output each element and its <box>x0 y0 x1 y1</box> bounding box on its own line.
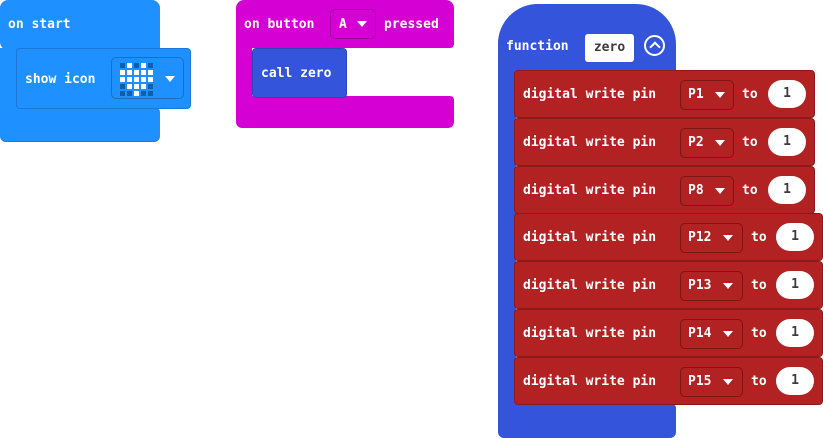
led-cell <box>127 84 132 89</box>
led-cell <box>120 70 125 75</box>
led-cell <box>134 63 139 68</box>
show-icon-block[interactable]: show icon <box>16 48 191 109</box>
led-cell <box>127 70 132 75</box>
digital-write-label: digital write pin <box>523 230 657 245</box>
pressed-label: pressed <box>384 17 439 32</box>
function-block-bottom[interactable] <box>498 404 676 438</box>
led-cell <box>148 63 153 68</box>
led-cell <box>141 70 146 75</box>
chevron-down-icon <box>723 283 733 289</box>
collapse-params-button[interactable] <box>644 35 665 56</box>
led-cell <box>127 77 132 82</box>
to-label: to <box>742 87 758 102</box>
pin-select-dropdown[interactable]: P13 <box>680 271 743 301</box>
led-cell <box>148 77 153 82</box>
button-select-dropdown[interactable]: A <box>330 9 376 39</box>
led-cell <box>120 77 125 82</box>
chevron-down-icon <box>715 92 725 98</box>
value-input[interactable]: 1 <box>776 319 814 347</box>
to-label: to <box>751 326 767 341</box>
led-cell <box>120 63 125 68</box>
chevron-down-icon <box>165 76 175 82</box>
to-label: to <box>742 183 758 198</box>
led-cell <box>141 63 146 68</box>
chevron-down-icon <box>715 188 725 194</box>
function-name-field[interactable]: zero <box>585 34 634 62</box>
to-label: to <box>751 278 767 293</box>
digital-write-pin-block[interactable]: digital write pin P13 to 1 <box>514 261 823 309</box>
pin-select-dropdown[interactable]: P1 <box>680 80 734 110</box>
pin-value: P15 <box>688 374 712 389</box>
led-cell <box>134 70 139 75</box>
chevron-down-icon <box>715 140 725 146</box>
digital-write-pin-block[interactable]: digital write pin P2 to 1 <box>514 118 815 166</box>
on-button-block-bottom[interactable] <box>236 96 454 128</box>
digital-write-label: digital write pin <box>523 135 657 150</box>
pin-value: P8 <box>688 183 704 198</box>
on-button-block-arm[interactable] <box>236 46 252 100</box>
on-button-label: on button <box>244 17 315 32</box>
led-cell <box>120 91 125 96</box>
digital-write-pin-block[interactable]: digital write pin P12 to 1 <box>514 213 823 261</box>
to-label: to <box>742 135 758 150</box>
pin-value: P14 <box>688 326 712 341</box>
led-cell <box>141 84 146 89</box>
digital-write-label: digital write pin <box>523 326 657 341</box>
led-cell <box>127 91 132 96</box>
pin-value: P2 <box>688 135 704 150</box>
led-cell <box>134 91 139 96</box>
call-zero-label: call zero <box>261 66 332 81</box>
pin-select-dropdown[interactable]: P8 <box>680 176 734 206</box>
digital-write-pin-block[interactable]: digital write pin P14 to 1 <box>514 309 823 357</box>
value-input[interactable]: 1 <box>776 367 814 395</box>
to-label: to <box>751 230 767 245</box>
led-cell <box>127 63 132 68</box>
function-block[interactable]: function zero <box>498 4 676 74</box>
on-button-pressed-block[interactable]: on button A pressed <box>236 0 454 48</box>
led-cell <box>134 84 139 89</box>
led-cell <box>148 84 153 89</box>
value-input[interactable]: 1 <box>768 128 806 156</box>
digital-write-label: digital write pin <box>523 374 657 389</box>
pin-value: P13 <box>688 278 712 293</box>
on-start-label: on start <box>8 17 71 32</box>
led-cell <box>134 77 139 82</box>
value-input[interactable]: 1 <box>776 223 814 251</box>
chevron-down-icon <box>723 235 733 241</box>
function-keyword: function <box>506 39 569 54</box>
led-cell <box>148 70 153 75</box>
heart-icon <box>120 63 154 97</box>
led-cell <box>148 91 153 96</box>
call-zero-block[interactable]: call zero <box>252 48 347 98</box>
show-icon-label: show icon <box>25 72 96 87</box>
value-input[interactable]: 1 <box>768 176 806 204</box>
value-input[interactable]: 1 <box>776 271 814 299</box>
digital-write-label: digital write pin <box>523 87 657 102</box>
chevron-down-icon <box>723 379 733 385</box>
pin-select-dropdown[interactable]: P14 <box>680 319 743 349</box>
digital-write-pin-block[interactable]: digital write pin P15 to 1 <box>514 357 823 405</box>
to-label: to <box>751 374 767 389</box>
chevron-up-icon <box>649 41 661 53</box>
on-start-block[interactable]: on start <box>0 0 160 50</box>
digital-write-pin-block[interactable]: digital write pin P1 to 1 <box>514 70 815 118</box>
led-cell <box>141 77 146 82</box>
digital-write-label: digital write pin <box>523 183 657 198</box>
led-cell <box>141 91 146 96</box>
chevron-down-icon <box>357 21 367 27</box>
icon-picker-dropdown[interactable] <box>111 57 184 99</box>
digital-write-label: digital write pin <box>523 278 657 293</box>
on-start-block-bottom[interactable] <box>0 108 160 142</box>
button-select-value: A <box>339 17 347 32</box>
chevron-down-icon <box>723 331 733 337</box>
led-cell <box>120 84 125 89</box>
digital-write-pin-block[interactable]: digital write pin P8 to 1 <box>514 166 815 214</box>
pin-value: P12 <box>688 230 712 245</box>
pin-select-dropdown[interactable]: P15 <box>680 367 743 397</box>
pin-value: P1 <box>688 87 704 102</box>
on-start-block-arm[interactable] <box>0 48 17 112</box>
value-input[interactable]: 1 <box>768 80 806 108</box>
pin-select-dropdown[interactable]: P12 <box>680 223 743 253</box>
pin-select-dropdown[interactable]: P2 <box>680 128 734 158</box>
